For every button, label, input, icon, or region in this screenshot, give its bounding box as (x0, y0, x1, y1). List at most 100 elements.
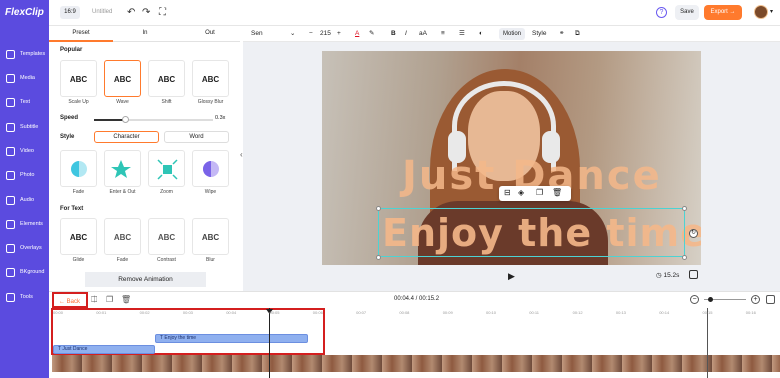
chevron-down-icon[interactable]: ⌄ (290, 29, 295, 39)
opacity-icon[interactable]: ◐ (479, 29, 483, 39)
zoom-in-icon[interactable]: + (751, 295, 760, 304)
card-caption: Contrast (157, 257, 176, 263)
zoom-icon (157, 159, 178, 180)
increase-size-icon[interactable]: + (337, 29, 341, 39)
sidebar-item-tools[interactable]: Tools (0, 290, 49, 312)
sidebar-item-subtitle[interactable]: Subtitle (0, 120, 49, 142)
animation-fade-text[interactable]: ABC (104, 218, 141, 255)
fullscreen-preview-icon[interactable] (689, 270, 698, 279)
selection-box[interactable] (378, 208, 685, 257)
bold-icon[interactable]: B (391, 29, 396, 39)
split-icon[interactable]: ⎅ (91, 295, 97, 305)
project-title[interactable]: Untitled (92, 9, 112, 15)
animation-zoom-effect[interactable] (148, 150, 185, 187)
play-icon[interactable]: ▶ (508, 271, 515, 282)
playhead[interactable] (269, 308, 270, 378)
sidebar-item-label: Video (20, 148, 34, 154)
duration-label: ◷ 15.2s (656, 272, 680, 279)
motion-button[interactable]: Motion (499, 28, 526, 40)
help-icon[interactable]: ? (656, 7, 667, 18)
video-clip-track[interactable] (52, 355, 780, 372)
avatar[interactable] (754, 5, 768, 19)
sidebar-item-photo[interactable]: Photo (0, 168, 49, 190)
sidebar-item-overlays[interactable]: Overlays (0, 241, 49, 263)
templates-icon (6, 50, 15, 59)
timeline-tick: 00:12 (572, 310, 583, 315)
layers-icon[interactable]: ◈ (518, 188, 524, 197)
sidebar-item-label: Tools (20, 294, 33, 300)
animation-glossy-blur[interactable]: ABC (192, 60, 229, 97)
italic-icon[interactable]: I (405, 29, 407, 39)
card-caption: Glide (72, 257, 85, 263)
decrease-size-icon[interactable]: − (309, 29, 313, 39)
sidebar-item-background[interactable]: BKground (0, 265, 49, 287)
duplicate-clip-icon[interactable]: ❐ (106, 295, 113, 304)
zoom-out-icon[interactable]: − (690, 295, 699, 304)
text-clip-enjoy-the-time[interactable]: T Enjoy the time (155, 334, 308, 343)
fit-timeline-icon[interactable] (766, 295, 775, 304)
resize-handle[interactable] (682, 206, 687, 211)
sidebar-item-elements[interactable]: Elements (0, 217, 49, 239)
animation-wipe-effect[interactable] (192, 150, 229, 187)
redo-icon[interactable]: ↷ (142, 6, 150, 19)
style-button[interactable]: Style (532, 29, 546, 39)
sidebar: FlexClip Templates Media Text Subtitle V… (0, 0, 49, 378)
sidebar-item-templates[interactable]: Templates (0, 47, 49, 69)
link-icon[interactable]: ⚭ (559, 29, 564, 39)
animation-scale-up[interactable]: ABC (60, 60, 97, 97)
tab-preset[interactable]: Preset (51, 30, 111, 36)
animation-contrast[interactable]: ABC (148, 218, 185, 255)
animation-glide[interactable]: ABC (60, 218, 97, 255)
delete-clip-icon[interactable]: 🗑 (121, 295, 131, 304)
align-text-icon[interactable]: ⊟ (504, 188, 511, 197)
timeline-end-marker (707, 308, 708, 378)
save-button[interactable]: Save (675, 5, 699, 20)
style-word-button[interactable]: Word (164, 131, 229, 143)
timeline-tick: 00:13 (615, 310, 626, 315)
export-button[interactable]: Export → (704, 5, 742, 20)
resize-handle[interactable] (682, 255, 687, 260)
zoom-slider-handle[interactable] (708, 297, 713, 302)
chevron-down-icon[interactable]: ▾ (770, 8, 773, 15)
animation-enter-out-effect[interactable] (104, 150, 141, 187)
video-icon (6, 147, 15, 156)
line-spacing-icon[interactable]: ☰ (459, 29, 465, 39)
letter-case-icon[interactable]: aA (419, 29, 427, 39)
sidebar-item-text[interactable]: Text (0, 95, 49, 117)
animation-wave[interactable]: ABC (104, 60, 141, 97)
sidebar-item-label: Photo (20, 172, 35, 178)
align-icon[interactable]: ≡ (441, 29, 445, 39)
text-color-icon[interactable]: A (355, 29, 359, 39)
back-button[interactable]: ← Back (52, 292, 88, 308)
animation-shift[interactable]: ABC (148, 60, 185, 97)
resize-handle[interactable] (376, 255, 381, 260)
tab-in[interactable]: In (115, 30, 175, 36)
sidebar-item-media[interactable]: Media (0, 71, 49, 93)
delete-icon[interactable]: 🗑 (552, 188, 562, 197)
aspect-ratio-button[interactable]: 16:9 (60, 6, 80, 19)
rotate-icon[interactable]: ↻ (689, 229, 698, 238)
duplicate-icon[interactable]: ❐ (536, 188, 543, 197)
tab-out[interactable]: Out (180, 30, 240, 36)
remove-animation-button[interactable]: Remove Animation (85, 272, 206, 287)
layer-order-icon[interactable]: ⧉ (575, 29, 580, 39)
font-size-value[interactable]: 215 (320, 29, 331, 39)
style-character-button[interactable]: Character (94, 131, 159, 143)
speed-label: Speed (60, 115, 79, 121)
subtitle-icon (6, 123, 15, 132)
text-format-toolbar: Sen ⌄ − 215 + A ✎ B I aA ≡ ☰ ◐ Motion St… (243, 26, 780, 42)
resize-handle[interactable] (376, 206, 381, 211)
undo-icon[interactable]: ↶ (127, 6, 135, 19)
sidebar-item-video[interactable]: Video (0, 144, 49, 166)
overlays-icon (6, 244, 15, 253)
fullscreen-icon[interactable]: ⛶ (159, 6, 166, 19)
highlight-icon[interactable]: ✎ (369, 29, 374, 39)
sidebar-item-audio[interactable]: Audio (0, 193, 49, 215)
animation-fade-effect[interactable] (60, 150, 97, 187)
text-clip-just-dance[interactable]: T Just Dance (53, 345, 155, 354)
app-logo: FlexClip (5, 7, 44, 18)
timeline-tick: 00:16 (745, 310, 756, 315)
font-select[interactable]: Sen (251, 29, 263, 39)
animation-blur[interactable]: ABC (192, 218, 229, 255)
speed-slider-handle[interactable] (122, 116, 129, 123)
